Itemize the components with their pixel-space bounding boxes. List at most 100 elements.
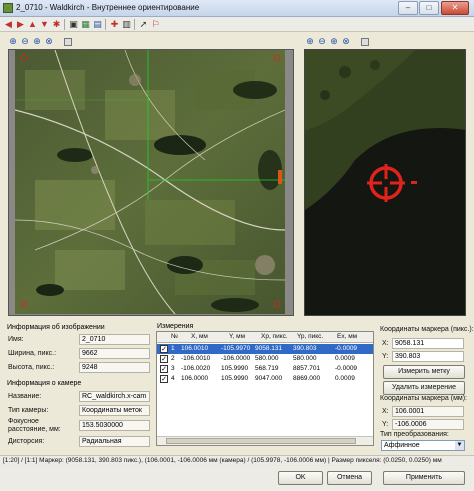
marker-pixel-x-field[interactable]: 9058.131 bbox=[392, 338, 464, 349]
tool-icon[interactable]: ▥ bbox=[121, 19, 132, 30]
camera-info-title: Информация о камере bbox=[7, 380, 82, 387]
table-cell: 9047.000 bbox=[255, 375, 283, 382]
measurements-table[interactable]: № X, мм Y, мм Xp, пикс. Yp, пикс. Ex, мм… bbox=[156, 331, 374, 446]
table-cell: 4 bbox=[171, 375, 175, 382]
focal-length-label-line2: расстояние, мм: bbox=[8, 426, 61, 433]
table-cell: 3 bbox=[171, 365, 175, 372]
zoomed-marker-graphic bbox=[305, 50, 465, 315]
arrow-up-icon[interactable]: ▲ bbox=[27, 19, 38, 30]
image-name-field: 2_0710 bbox=[79, 334, 150, 345]
pin-icon[interactable]: ⚐ bbox=[150, 19, 161, 30]
marker-mm-title: Координаты маркера (мм): bbox=[380, 395, 467, 402]
row-checkbox[interactable]: ✓ bbox=[160, 365, 168, 373]
table-row[interactable]: ✓ 2 -106.0010 -106.0000 580.000 580.000 0.0009 bbox=[157, 354, 373, 364]
row-checkbox[interactable]: ✓ bbox=[160, 355, 168, 363]
transform-type-value: Аффинное bbox=[384, 442, 420, 449]
table-cell: 8857.701 bbox=[293, 365, 321, 372]
table-cell: 1 bbox=[171, 345, 175, 352]
column-header[interactable]: № bbox=[171, 333, 178, 340]
zoom-fit-icon[interactable]: ⊕ bbox=[329, 36, 339, 47]
row-checkbox[interactable]: ✓ bbox=[160, 345, 168, 353]
column-header[interactable]: Xp, пикс. bbox=[261, 333, 288, 340]
main-image-view[interactable] bbox=[8, 49, 294, 316]
ok-button[interactable]: OK bbox=[278, 471, 323, 485]
camera-name-label: Название: bbox=[8, 393, 42, 400]
column-header[interactable]: Ex, мм bbox=[337, 333, 357, 340]
table-cell: 580.000 bbox=[293, 355, 317, 362]
marker-pixel-title: Координаты маркера (пикс.): bbox=[380, 326, 474, 333]
table-cell: 568.719 bbox=[255, 365, 279, 372]
camera-type-label: Тип камеры: bbox=[8, 407, 49, 414]
column-header[interactable]: Y, мм bbox=[229, 333, 245, 340]
zoom-in-icon[interactable]: ⊕ bbox=[305, 36, 315, 47]
grid-icon[interactable]: ▦ bbox=[80, 19, 91, 30]
measure-marker-button[interactable]: Измерить метку bbox=[383, 365, 465, 379]
camera-icon[interactable]: ▣ bbox=[68, 19, 79, 30]
table-row[interactable]: ✓ 4 106.0000 105.9990 9047.000 8869.000 0.0009 bbox=[157, 374, 373, 384]
table-cell: -106.0000 bbox=[221, 355, 251, 362]
pointer-icon[interactable]: ➚ bbox=[138, 19, 149, 30]
table-cell: 9058.131 bbox=[255, 345, 283, 352]
image-height-label: Высота, пикс.: bbox=[8, 364, 55, 371]
maximize-button[interactable]: □ bbox=[419, 1, 439, 15]
table-cell: 105.9990 bbox=[221, 375, 249, 382]
marker-pixel-y-label: Y: bbox=[382, 353, 389, 360]
arrow-right-icon[interactable]: ▶ bbox=[15, 19, 26, 30]
chevron-down-icon[interactable]: ▼ bbox=[455, 441, 464, 450]
table-header: № X, мм Y, мм Xp, пикс. Yp, пикс. Ex, мм bbox=[157, 332, 373, 343]
column-header[interactable]: X, мм bbox=[191, 333, 208, 340]
status-bar: [1:20] / [1:1] Маркер: (9058.131, 390.80… bbox=[0, 455, 474, 465]
arrow-down-icon[interactable]: ▼ bbox=[39, 19, 50, 30]
dialog-footer: OK Отмена Применить bbox=[0, 466, 474, 491]
table-row[interactable]: ✓ 3 -106.0020 105.9990 568.719 8857.701 -0.000… bbox=[157, 364, 373, 374]
marker-pixel-y-field[interactable]: 390.803 bbox=[392, 351, 464, 362]
frame-icon[interactable] bbox=[64, 38, 72, 46]
page-icon[interactable]: ▤ bbox=[92, 19, 103, 30]
apply-button[interactable]: Применить bbox=[383, 471, 465, 485]
table-cell: 0.0009 bbox=[335, 355, 355, 362]
table-cell: -106.0020 bbox=[181, 365, 211, 372]
scrollbar-thumb[interactable] bbox=[166, 438, 356, 444]
table-cell: 580.000 bbox=[255, 355, 279, 362]
aerial-photo[interactable] bbox=[15, 50, 285, 314]
table-cell: 8869.000 bbox=[293, 375, 321, 382]
zoom-in-icon[interactable]: ⊕ bbox=[8, 36, 18, 47]
reset-icon[interactable]: ✱ bbox=[51, 19, 62, 30]
focal-length-label-line1: Фокусное bbox=[8, 418, 39, 425]
arrow-left-icon[interactable]: ◀ bbox=[3, 19, 14, 30]
zoom-fit-icon[interactable]: ⊕ bbox=[32, 36, 42, 47]
transform-type-select[interactable]: Аффинное ▼ bbox=[381, 440, 465, 451]
measurements-title: Измерения bbox=[157, 323, 194, 330]
image-width-field: 9662 bbox=[79, 348, 150, 359]
table-cell: 0.0009 bbox=[335, 375, 355, 382]
marker-icon[interactable]: ✚ bbox=[109, 19, 120, 30]
main-view-toolbar: ⊕ ⊖ ⊕ ⊗ bbox=[8, 36, 88, 48]
transform-type-label: Тип преобразования: bbox=[380, 431, 449, 438]
image-height-field: 9248 bbox=[79, 362, 150, 373]
table-cell: 106.0000 bbox=[181, 375, 209, 382]
table-cell: 106.0010 bbox=[181, 345, 209, 352]
zoomed-marker-view[interactable] bbox=[304, 49, 466, 316]
delete-measurement-button[interactable]: Удалить измерение bbox=[383, 381, 465, 395]
column-header[interactable]: Yp, пикс. bbox=[297, 333, 323, 340]
table-row[interactable]: ✓ 1 106.0010 -105.9970 9058.131 390.803 -0.000… bbox=[157, 344, 373, 354]
zoom-view-toolbar: ⊕ ⊖ ⊕ ⊗ bbox=[305, 36, 385, 48]
title-bar: 2_0710 - Waldkirch - Внутреннее ориентир… bbox=[0, 0, 474, 17]
zoom-out-icon[interactable]: ⊖ bbox=[20, 36, 30, 47]
cancel-button[interactable]: Отмена bbox=[327, 471, 372, 485]
table-cell: -0.0009 bbox=[335, 365, 358, 372]
table-horizontal-scrollbar[interactable] bbox=[157, 436, 373, 445]
image-info-title: Информация об изображении bbox=[7, 324, 105, 331]
table-cell: -0.0009 bbox=[335, 345, 358, 352]
zoom-out-icon[interactable]: ⊖ bbox=[317, 36, 327, 47]
zoom-reset-icon[interactable]: ⊗ bbox=[341, 36, 351, 47]
row-checkbox[interactable]: ✓ bbox=[160, 375, 168, 383]
marker-mm-y-field: -106.0006 bbox=[392, 419, 464, 430]
frame-icon[interactable] bbox=[361, 38, 369, 46]
zoom-reset-icon[interactable]: ⊗ bbox=[44, 36, 54, 47]
minimize-button[interactable]: – bbox=[398, 1, 418, 15]
table-cell: 105.9990 bbox=[221, 365, 249, 372]
distortion-field: Радиальная bbox=[79, 436, 150, 447]
image-width-label: Ширина, пикс.: bbox=[8, 350, 57, 357]
close-button[interactable]: ✕ bbox=[441, 1, 469, 15]
